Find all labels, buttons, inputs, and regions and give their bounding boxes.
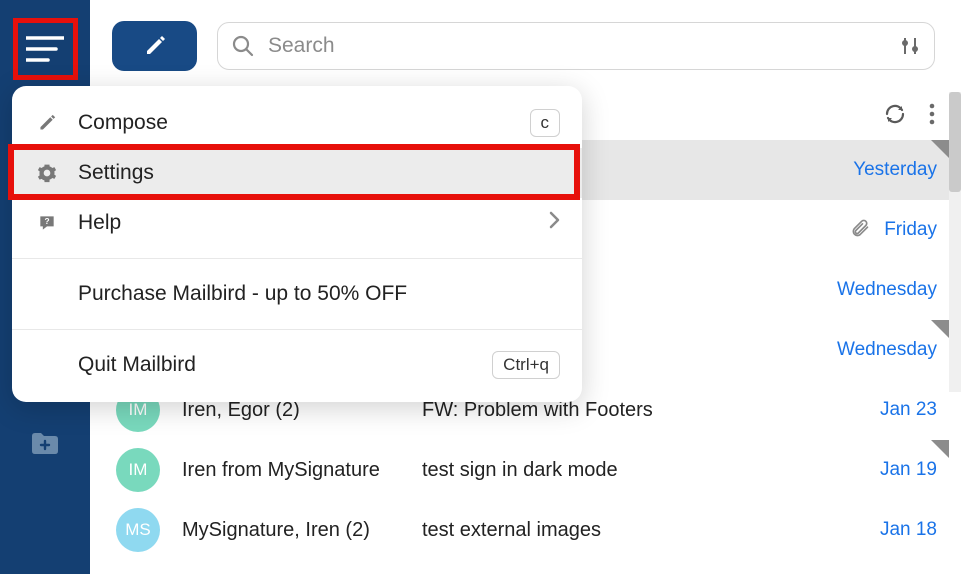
hamburger-icon	[26, 35, 64, 63]
attachment-icon	[850, 218, 870, 243]
compose-button[interactable]	[112, 21, 197, 71]
more-button[interactable]	[929, 102, 935, 131]
flag-corner	[931, 140, 949, 158]
hamburger-button[interactable]	[26, 35, 64, 63]
filter-sliders-icon[interactable]	[900, 36, 920, 56]
menu-compose-shortcut: c	[530, 109, 561, 137]
menu-quit-shortcut: Ctrl+q	[492, 351, 560, 379]
topbar	[90, 0, 961, 92]
menu-compose-label: Compose	[78, 111, 512, 135]
sender-name: Iren from MySignature	[182, 459, 422, 482]
gear-icon	[34, 163, 60, 183]
menu-help-label: Help	[78, 211, 530, 235]
refresh-button[interactable]	[883, 102, 907, 131]
search-box[interactable]	[217, 22, 935, 70]
email-date: Yesterday	[853, 159, 937, 181]
menu-quit[interactable]: Quit Mailbird Ctrl+q	[12, 340, 582, 390]
email-date: Friday	[884, 219, 937, 241]
pencil-icon	[34, 114, 60, 132]
menu-purchase-label: Purchase Mailbird - up to 50% OFF	[78, 282, 560, 306]
scrollbar-track[interactable]	[949, 92, 961, 392]
help-icon: ?	[34, 213, 60, 233]
menu-settings[interactable]: Settings	[12, 148, 582, 198]
email-row[interactable]: IM Iren from MySignaturetest sign in dark…	[90, 440, 961, 500]
menu-separator	[12, 329, 582, 330]
svg-text:?: ?	[44, 216, 49, 226]
subject: test external images	[422, 519, 866, 542]
main-menu: Compose c Settings ? Help Purchase Mailb…	[12, 86, 582, 402]
email-row[interactable]: MS MySignature, Iren (2)test external ima…	[90, 500, 961, 560]
scrollbar-thumb[interactable]	[949, 92, 961, 192]
more-vertical-icon	[929, 102, 935, 126]
email-date: Jan 19	[880, 459, 937, 481]
sender-name: MySignature, Iren (2)	[182, 519, 422, 542]
search-input[interactable]	[268, 34, 886, 58]
menu-separator	[12, 258, 582, 259]
pencil-icon	[144, 35, 166, 57]
email-date: Jan 18	[880, 519, 937, 541]
add-folder-button[interactable]	[30, 430, 60, 461]
email-date: Jan 23	[880, 399, 937, 421]
folder-plus-icon	[30, 430, 60, 456]
menu-compose[interactable]: Compose c	[12, 98, 582, 148]
hamburger-highlight	[13, 18, 78, 80]
avatar: IM	[116, 448, 160, 492]
subject: test sign in dark mode	[422, 459, 866, 482]
email-date: Wednesday	[837, 279, 937, 301]
menu-settings-label: Settings	[78, 161, 560, 185]
avatar: MS	[116, 508, 160, 552]
menu-help[interactable]: ? Help	[12, 198, 582, 248]
menu-purchase[interactable]: Purchase Mailbird - up to 50% OFF	[12, 269, 582, 319]
menu-quit-label: Quit Mailbird	[78, 353, 474, 377]
refresh-icon	[883, 102, 907, 126]
email-date: Wednesday	[837, 339, 937, 361]
flag-corner	[931, 440, 949, 458]
chevron-right-icon	[548, 211, 560, 235]
search-icon	[232, 35, 254, 57]
flag-corner	[931, 320, 949, 338]
